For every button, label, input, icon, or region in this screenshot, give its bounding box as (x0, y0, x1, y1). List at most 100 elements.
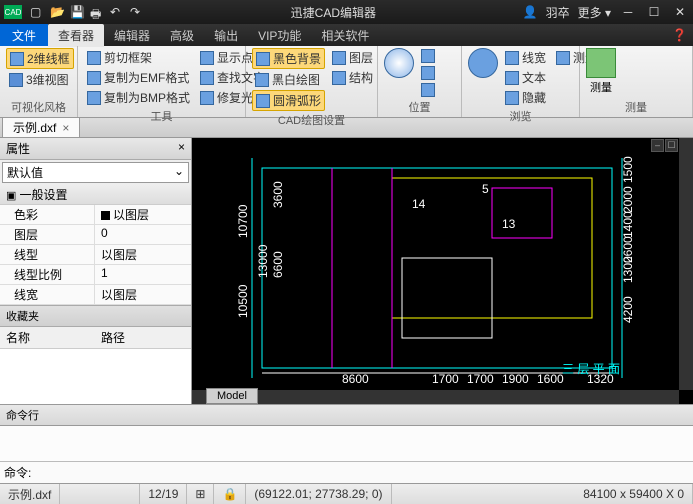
btn-linewidth[interactable]: 线宽 (502, 48, 549, 67)
ribbon: 2维线框 3维视图 可视化风格 剪切框架 复制为EMF格式 复制为BMP格式 显… (0, 46, 693, 118)
magnify-icon[interactable] (468, 48, 498, 78)
file-menu[interactable]: 文件 (0, 24, 48, 46)
new-icon[interactable]: ▢ (30, 5, 44, 19)
svg-text:3600: 3600 (271, 181, 285, 208)
btn-hide[interactable]: 隐藏 (502, 88, 549, 107)
btn-measure-label: 测量 (590, 79, 612, 95)
commandline-label: 命令行 (0, 404, 693, 426)
canvas-scrollbar-vertical[interactable] (679, 138, 693, 390)
svg-text:6600: 6600 (271, 251, 285, 278)
btn-cut-frame[interactable]: 剪切框架 (84, 48, 193, 67)
command-history[interactable] (0, 426, 693, 462)
ribbon-tabs: 文件 查看器 编辑器 高级 输出 VIP功能 相关软件 ❓ (0, 24, 693, 46)
group-measure: 测量 (586, 98, 686, 115)
btn-2d-wireframe[interactable]: 2维线框 (6, 48, 74, 69)
property-row[interactable]: 线宽以图层 (0, 285, 191, 305)
user-name[interactable]: 羽卒 (546, 4, 570, 21)
group-tools: 工具 (84, 107, 239, 124)
btn-copy-bmp[interactable]: 复制为BMP格式 (84, 88, 193, 107)
status-snap-icon[interactable]: ⊞ (187, 484, 214, 504)
maximize-button[interactable]: ☐ (645, 5, 663, 19)
more-menu[interactable]: 更多 ▾ (578, 4, 611, 21)
fav-col-name[interactable]: 名称 (0, 327, 95, 348)
app-title: 迅捷CAD编辑器 (144, 4, 523, 21)
svg-text:14: 14 (412, 197, 426, 211)
favorites-header: 收藏夹 (0, 305, 191, 327)
status-lock-icon[interactable]: 🔒 (214, 484, 246, 504)
document-tab[interactable]: 示例.dxf × (2, 117, 80, 138)
status-filename: 示例.dxf (0, 484, 60, 504)
tab-editor[interactable]: 编辑器 (104, 24, 160, 47)
property-row[interactable]: 线型比例1 (0, 265, 191, 285)
properties-category[interactable]: ▣ 一般设置 (0, 185, 191, 205)
tab-output[interactable]: 输出 (204, 24, 248, 47)
svg-text:1500: 1500 (621, 156, 635, 183)
model-tab[interactable]: Model (206, 388, 258, 404)
group-visual-style: 可视化风格 (6, 98, 71, 115)
command-line: 命令: (0, 462, 693, 484)
property-row[interactable]: 线型以图层 (0, 245, 191, 265)
status-coords: (69122.01; 27738.29; 0) (246, 484, 391, 504)
btn-structure[interactable]: 结构 (329, 68, 376, 87)
measure-icon[interactable] (586, 48, 616, 78)
drawing-canvas[interactable]: – ☐ × 13000 6600 3600 1500 2000 (192, 138, 693, 404)
svg-text:10700: 10700 (236, 204, 250, 238)
group-browse: 浏览 (468, 107, 573, 124)
group-cad-settings: CAD绘图设置 (252, 111, 371, 128)
btn-pan[interactable] (418, 48, 438, 64)
open-icon[interactable]: 📂 (50, 5, 64, 19)
btn-text[interactable]: 文本 (502, 68, 549, 87)
properties-header: 属性× (0, 138, 191, 160)
svg-text:1400: 1400 (621, 211, 635, 238)
properties-combo[interactable]: 默认值⌄ (2, 162, 189, 183)
tab-advanced[interactable]: 高级 (160, 24, 204, 47)
panel-close-icon[interactable]: × (178, 140, 185, 157)
command-prompt: 命令: (4, 464, 31, 481)
minimize-button[interactable]: ─ (619, 5, 637, 19)
undo-icon[interactable]: ↶ (110, 5, 124, 19)
fav-col-path[interactable]: 路径 (95, 327, 131, 348)
btn-black-bg[interactable]: 黑色背景 (252, 48, 325, 69)
btn-extents[interactable] (418, 82, 438, 98)
btn-layers[interactable]: 图层 (329, 48, 376, 67)
svg-text:13000: 13000 (256, 244, 270, 278)
btn-zoom[interactable] (418, 65, 438, 81)
user-icon[interactable]: 👤 (523, 5, 538, 19)
property-row[interactable]: 色彩以图层 (0, 205, 191, 225)
btn-bw-draw[interactable]: 黑白绘图 (252, 70, 325, 89)
svg-text:5: 5 (482, 182, 489, 196)
document-tab-label: 示例.dxf (13, 119, 56, 136)
help-icon[interactable]: ❓ (672, 28, 687, 42)
close-button[interactable]: ✕ (671, 5, 689, 19)
tab-vip[interactable]: VIP功能 (248, 24, 311, 47)
tab-related[interactable]: 相关软件 (311, 24, 379, 47)
tab-viewer[interactable]: 查看器 (48, 24, 104, 47)
favorites-list[interactable] (0, 349, 191, 404)
status-page: 12/19 (140, 484, 187, 504)
app-logo: CAD (4, 5, 22, 19)
floor-plan-drawing: 13000 6600 3600 1500 2000 1400 2600 1300… (192, 138, 692, 390)
favorites-columns: 名称 路径 (0, 327, 191, 349)
group-position: 位置 (384, 98, 455, 115)
command-input[interactable] (31, 464, 689, 481)
tab-close-icon[interactable]: × (62, 121, 69, 135)
title-bar: CAD ▢ 📂 💾 🖶 ↶ ↷ 迅捷CAD编辑器 👤 羽卒 更多 ▾ ─ ☐ ✕ (0, 0, 693, 24)
save-icon[interactable]: 💾 (70, 5, 84, 19)
property-row[interactable]: 图层0 (0, 225, 191, 245)
print-icon[interactable]: 🖶 (90, 5, 104, 19)
svg-text:三 层 平 面: 三 层 平 面 (562, 362, 620, 376)
status-size: 84100 x 59400 X 0 (575, 484, 693, 504)
svg-text:10500: 10500 (236, 284, 250, 318)
canvas-scrollbar-horizontal[interactable] (192, 390, 679, 404)
redo-icon[interactable]: ↷ (130, 5, 144, 19)
btn-smooth-arc[interactable]: 圆滑弧形 (252, 90, 325, 111)
btn-copy-emf[interactable]: 复制为EMF格式 (84, 68, 193, 87)
left-panel: 属性× 默认值⌄ ▣ 一般设置 色彩以图层图层0线型以图层线型比例1线宽以图层 … (0, 138, 192, 404)
nav-wheel-icon[interactable] (384, 48, 414, 78)
quick-access-toolbar: ▢ 📂 💾 🖶 ↶ ↷ (30, 5, 144, 19)
svg-text:1700: 1700 (467, 372, 494, 386)
svg-text:1700: 1700 (432, 372, 459, 386)
svg-text:13: 13 (502, 217, 516, 231)
btn-3d-view[interactable]: 3维视图 (6, 70, 74, 89)
status-bar: 示例.dxf 12/19 ⊞ 🔒 (69122.01; 27738.29; 0)… (0, 484, 693, 504)
